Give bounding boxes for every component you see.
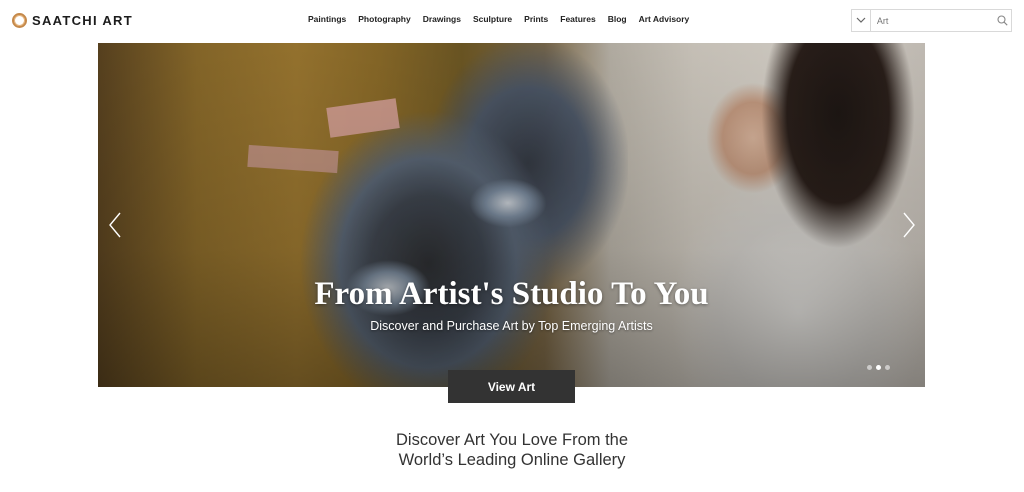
tagline-line-2: World’s Leading Online Gallery [398,451,626,469]
search-input[interactable] [870,10,994,31]
tagline-line-1: Discover Art You Love From the [395,431,629,449]
nav-features[interactable]: Features [560,14,595,24]
nav-photography[interactable]: Photography [358,14,410,24]
nav-sculpture[interactable]: Sculpture [473,14,512,24]
nav-prints[interactable]: Prints [524,14,548,24]
tagline: Discover Art You Love From the World’s L… [0,430,1024,470]
hero-subtitle: Discover and Purchase Art by Top Emergin… [370,319,653,333]
carousel-dot[interactable] [867,365,872,370]
nav-drawings[interactable]: Drawings [423,14,461,24]
chevron-left-icon [109,212,121,238]
hero-overlay [98,43,925,387]
logo-ring-icon [12,12,27,28]
main-nav: Paintings Photography Drawings Sculpture… [308,14,689,24]
nav-art-advisory[interactable]: Art Advisory [639,14,690,24]
carousel-dot[interactable] [885,365,890,370]
search-icon [997,15,1008,26]
nav-blog[interactable]: Blog [608,14,627,24]
chevron-down-icon [856,17,866,23]
site-header: SAATCHI ART Paintings Photography Drawin… [0,0,1024,40]
carousel-next-button[interactable] [898,211,918,239]
carousel-prev-button[interactable] [106,211,126,239]
carousel-dots [867,365,890,370]
carousel-dot-active[interactable] [876,365,881,370]
search-button[interactable] [994,10,1011,31]
logo[interactable]: SAATCHI ART [12,11,133,29]
chevron-right-icon [903,212,915,238]
search-category-dropdown[interactable] [852,10,871,31]
view-art-button[interactable]: View Art [448,370,575,403]
hero-title: From Artist's Studio To You [314,276,709,312]
logo-text: SAATCHI ART [32,12,133,28]
hero-carousel: From Artist's Studio To You Discover and… [98,43,925,387]
search-bar [851,9,1012,32]
nav-paintings[interactable]: Paintings [308,14,346,24]
